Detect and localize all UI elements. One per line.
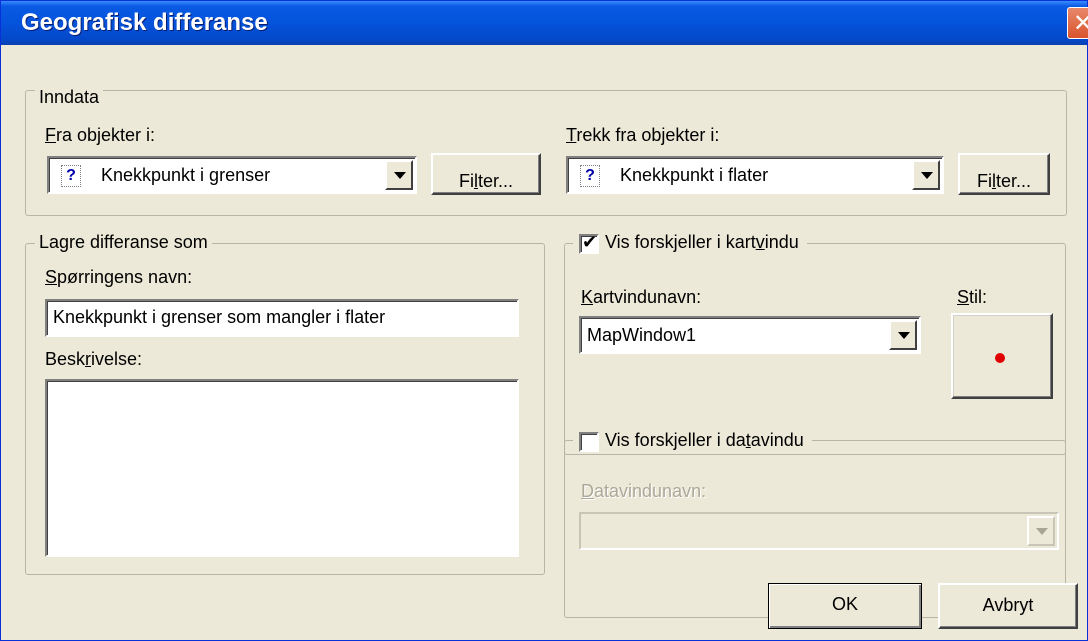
chevron-down-icon[interactable]: [385, 160, 413, 190]
subtract-objects-combo[interactable]: ? Knekkpunkt i flater: [566, 156, 944, 194]
data-window-legend[interactable]: Vis forskjeller i datavindu: [573, 430, 812, 451]
from-objects-combo[interactable]: ? Knekkpunkt i grenser: [47, 156, 417, 194]
checkmark-icon: ✔: [582, 232, 598, 252]
from-objects-value: Knekkpunkt i grenser: [101, 165, 271, 185]
input-group-legend: Inndata: [35, 87, 104, 108]
description-textarea[interactable]: [45, 379, 519, 557]
point-style-icon: [995, 353, 1005, 363]
input-group: [25, 90, 1067, 216]
chevron-down-icon[interactable]: [889, 320, 917, 350]
dialog-window: Geografisk differanse ✕ Inndata Fra obje…: [0, 0, 1088, 641]
save-group-legend: Lagre differanse som: [35, 232, 212, 253]
question-icon: ?: [580, 165, 600, 187]
show-map-checkbox[interactable]: ✔: [579, 232, 599, 254]
from-filter-button[interactable]: Filter...: [431, 153, 541, 195]
subtract-objects-value: Knekkpunkt i flater: [620, 165, 769, 185]
dialog-body: Inndata Fra objekter i: ? Knekkpunkt i g…: [1, 45, 1087, 640]
map-window-name-label: Kartvindunavn:: [581, 287, 702, 307]
chevron-down-icon[interactable]: [912, 160, 940, 190]
description-label: Beskrivelse:: [45, 349, 143, 369]
map-window-combo[interactable]: MapWindow1: [579, 316, 921, 354]
question-icon: ?: [61, 165, 81, 187]
subtract-objects-label: Trekk fra objekter i:: [566, 125, 720, 145]
ok-button[interactable]: OK: [768, 583, 922, 629]
style-label: Stil:: [957, 287, 988, 307]
close-button[interactable]: ✕: [1067, 7, 1088, 39]
query-name-input[interactable]: Knekkpunkt i grenser som mangler i flate…: [45, 299, 519, 337]
subtract-filter-button[interactable]: Filter...: [958, 153, 1050, 195]
map-window-value: MapWindow1: [587, 325, 697, 345]
query-name-label: Spørringens navn:: [45, 267, 193, 287]
close-icon: ✕: [1073, 10, 1088, 37]
query-name-value: Knekkpunkt i grenser som mangler i flate…: [53, 307, 386, 327]
dialog-title: Geografisk differanse: [21, 9, 268, 36]
map-window-legend[interactable]: Vis forskjeller i kartvindu: [573, 232, 807, 253]
data-window-combo[interactable]: [579, 512, 1059, 550]
chevron-down-icon[interactable]: [1027, 516, 1055, 546]
show-data-checkbox[interactable]: [579, 432, 599, 452]
cancel-button[interactable]: Avbryt: [938, 583, 1078, 629]
data-window-name-label: Datavindunavn:: [581, 481, 707, 501]
style-button[interactable]: [951, 313, 1053, 399]
from-objects-label: Fra objekter i:: [45, 125, 156, 145]
title-bar[interactable]: Geografisk differanse ✕: [1, 1, 1088, 45]
